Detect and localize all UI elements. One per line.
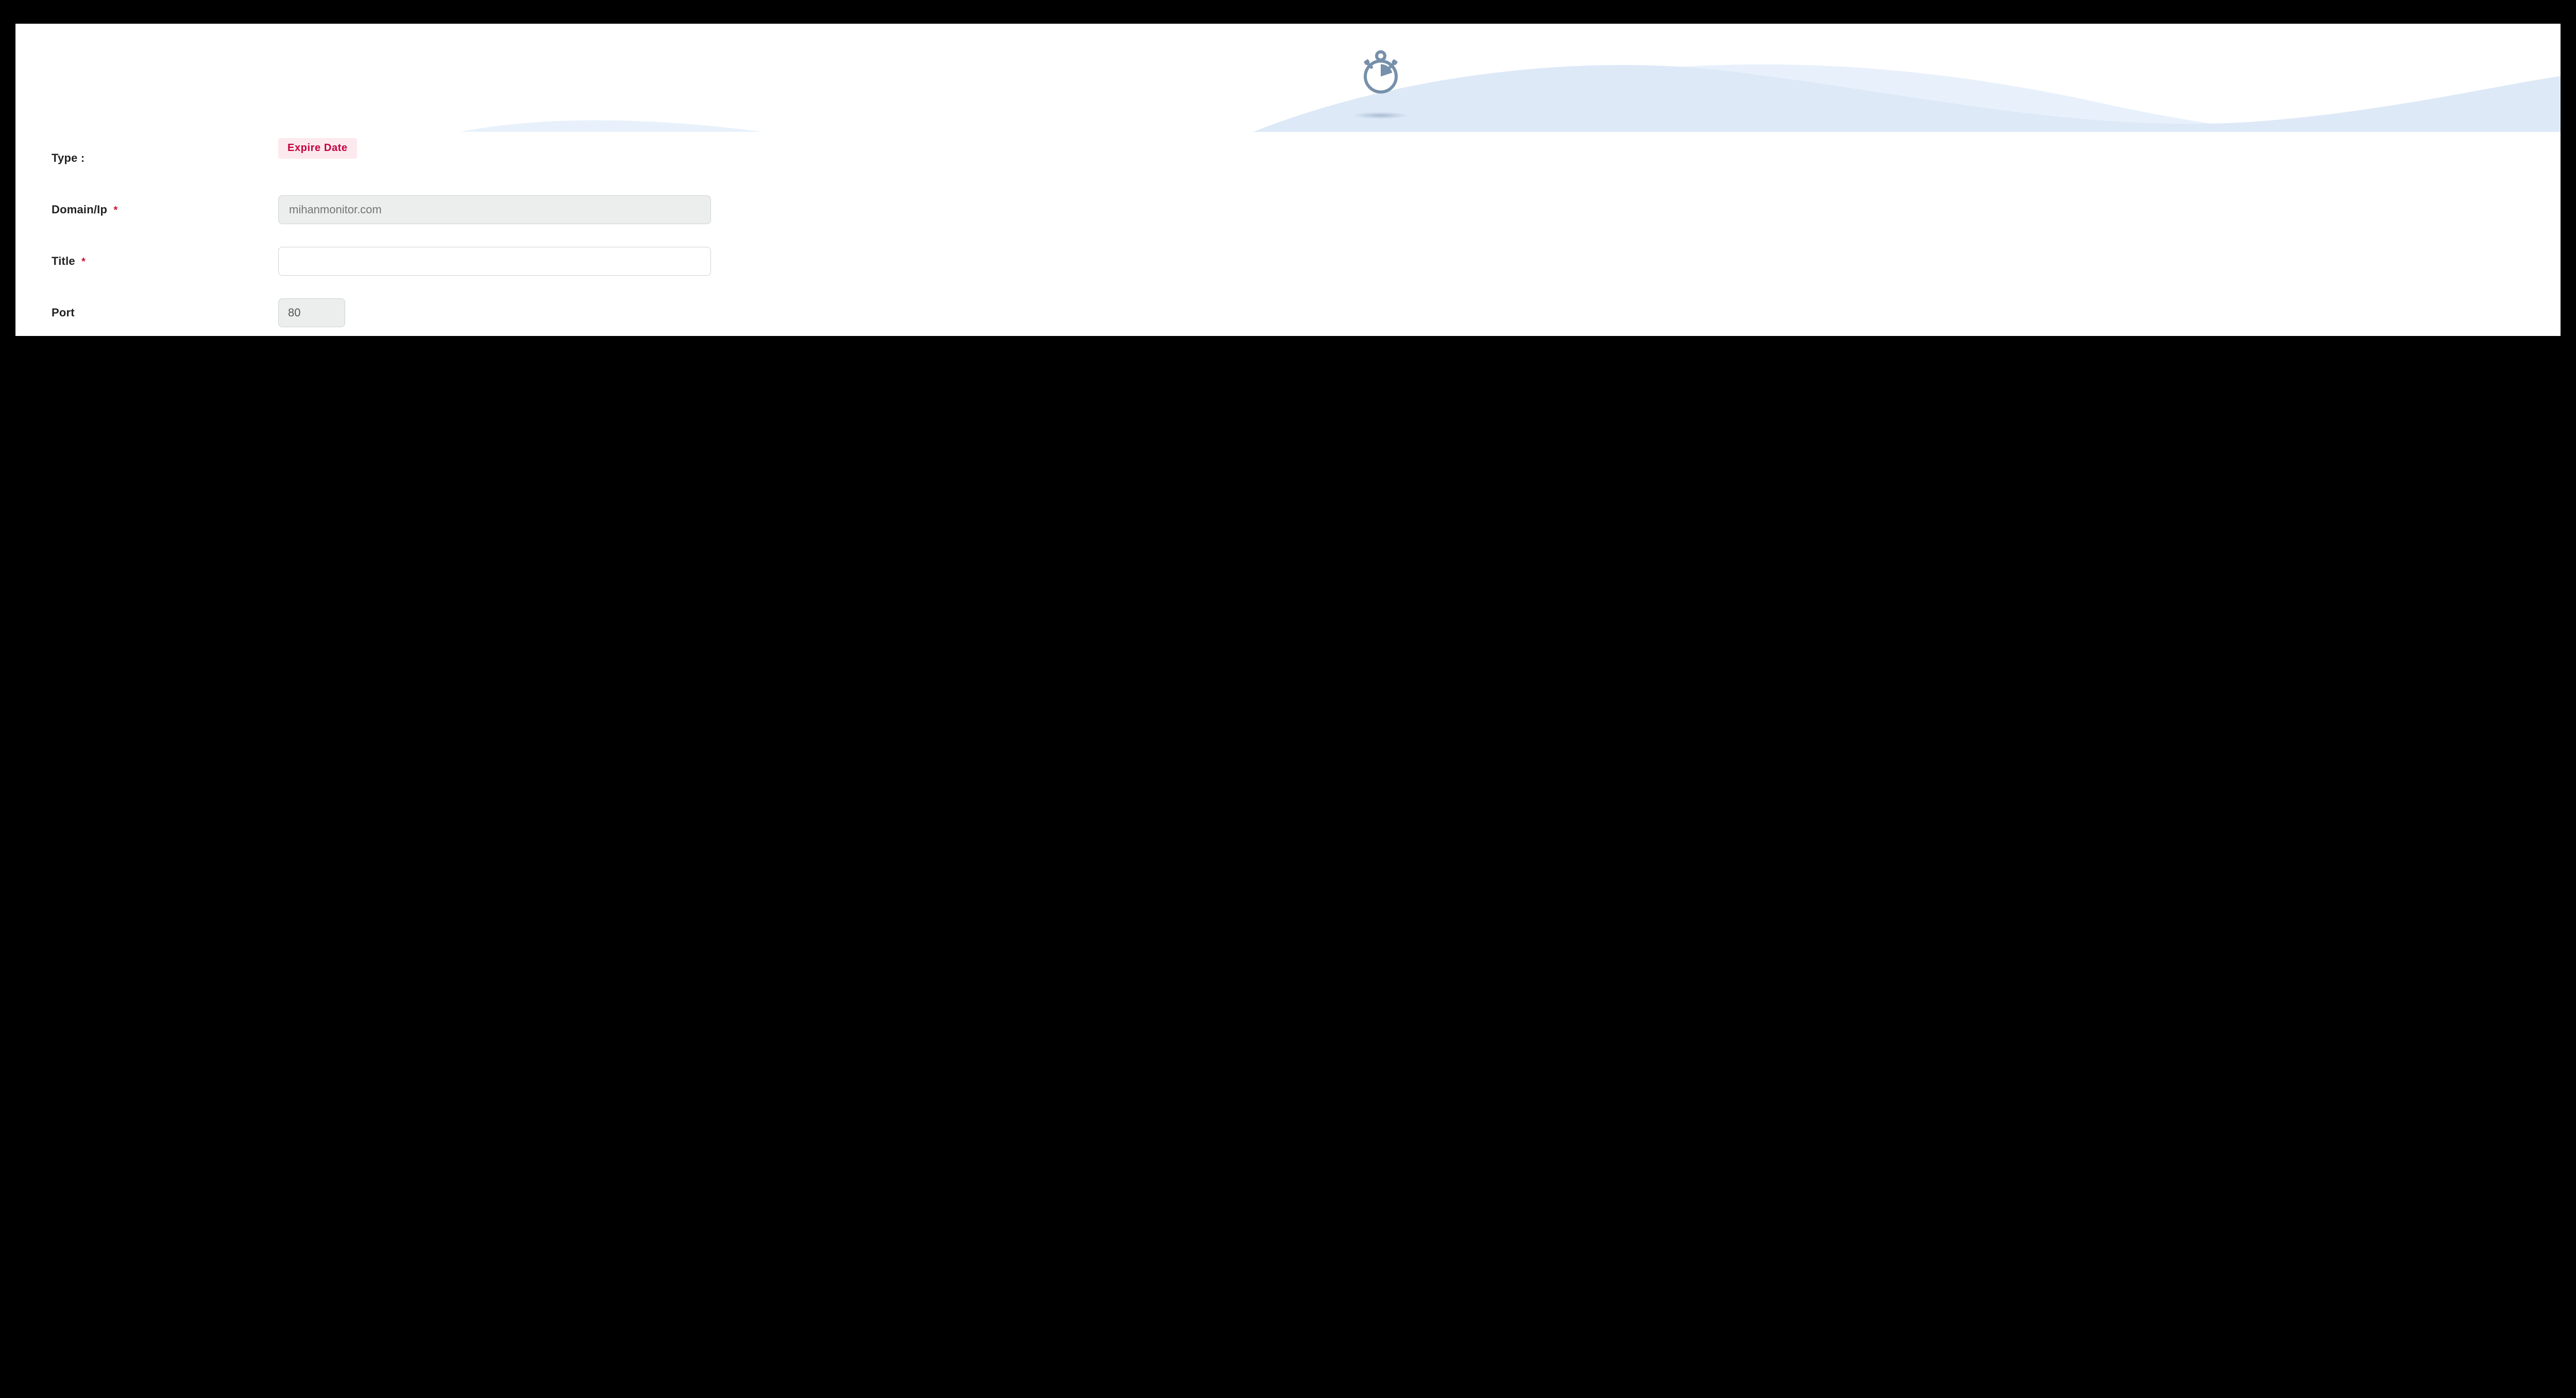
stopwatch-shadow [1352, 112, 1409, 119]
field-domain [278, 195, 711, 224]
label-domain-text: Domain/Ip [52, 203, 107, 216]
monitor-form: Type : Expire Date Domain/Ip * Title * [15, 132, 2561, 329]
watercolor-wash [15, 24, 2561, 132]
field-port [278, 298, 711, 327]
label-title-text: Title [52, 255, 75, 267]
hero-illustration [15, 24, 2561, 132]
label-port: Port [52, 306, 278, 319]
outer-frame: Type : Expire Date Domain/Ip * Title * [0, 0, 2576, 1398]
domain-input[interactable] [278, 195, 711, 224]
row-title: Title * [52, 245, 2530, 277]
field-title [278, 247, 711, 276]
row-port: Port [52, 297, 2530, 329]
title-input[interactable] [278, 247, 711, 276]
stopwatch-icon [1355, 46, 1406, 100]
type-badge: Expire Date [278, 138, 357, 159]
label-domain: Domain/Ip * [52, 203, 278, 216]
required-marker: * [81, 256, 86, 267]
label-title: Title * [52, 255, 278, 268]
port-input[interactable] [278, 298, 345, 327]
row-type: Type : Expire Date [52, 142, 2530, 174]
label-type: Type : [52, 151, 278, 165]
form-panel: Type : Expire Date Domain/Ip * Title * [15, 24, 2561, 336]
row-domain: Domain/Ip * [52, 194, 2530, 226]
field-type: Expire Date [278, 138, 711, 159]
required-marker: * [113, 205, 117, 216]
